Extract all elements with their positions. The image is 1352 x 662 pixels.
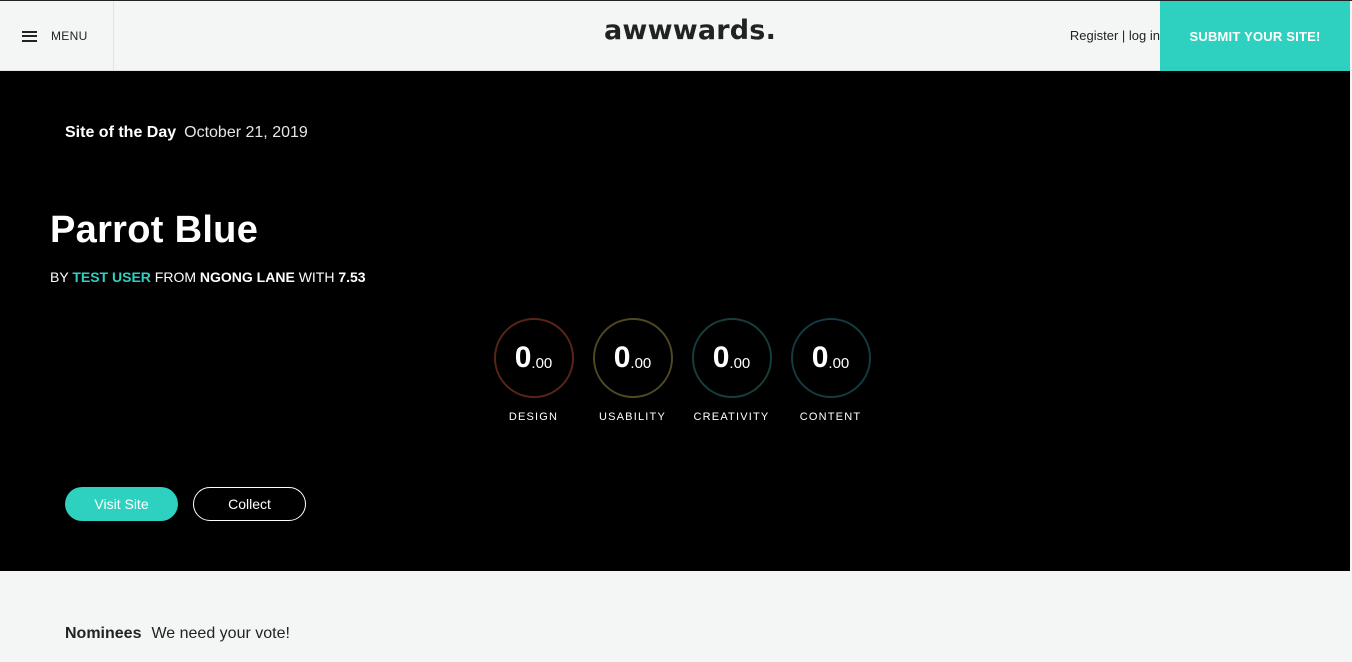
menu-label: MENU	[51, 29, 88, 43]
site-title: Parrot Blue	[50, 209, 259, 251]
score-content: 0.00 CONTENT	[781, 318, 880, 423]
score-ring: 0.00	[592, 318, 673, 398]
hamburger-icon	[22, 30, 37, 42]
score-decimal: .00	[531, 354, 553, 372]
byline-with: WITH	[298, 269, 335, 285]
nominees-subtitle: We need your vote!	[151, 625, 290, 642]
site-of-the-day-heading: Site of the Day October 21, 2019	[65, 124, 308, 142]
byline-author-link[interactable]: TEST USER	[72, 269, 151, 285]
collect-button[interactable]: Collect	[193, 487, 306, 521]
score-whole: 0	[613, 341, 631, 374]
site-of-the-day-hero: Site of the Day October 21, 2019 Parrot B…	[0, 71, 1350, 571]
register-link[interactable]: Register	[1070, 28, 1118, 43]
sotd-date: October 21, 2019	[184, 124, 308, 141]
score-ring: 0.00	[790, 318, 871, 398]
auth-links: Register | log in	[1070, 28, 1160, 43]
score-label: CREATIVITY	[693, 411, 770, 423]
byline-from: FROM	[154, 269, 197, 285]
byline-by: BY	[50, 269, 69, 285]
score-label: DESIGN	[508, 411, 559, 423]
sotd-badge: Site of the Day	[65, 124, 177, 141]
score-whole: 0	[712, 341, 730, 374]
byline-place: NGONG LANE	[199, 269, 295, 285]
score-whole: 0	[811, 341, 829, 374]
nominees-title: Nominees	[65, 625, 142, 642]
byline-score: 7.53	[338, 269, 366, 285]
login-link[interactable]: log in	[1129, 28, 1160, 43]
submit-site-button[interactable]: SUBMIT YOUR SITE!	[1160, 1, 1350, 71]
score-decimal: .00	[828, 354, 850, 372]
auth-separator: |	[1121, 28, 1126, 43]
score-ring: 0.00	[493, 318, 574, 398]
score-decimal: .00	[729, 354, 751, 372]
menu-button[interactable]: MENU	[0, 1, 114, 71]
score-ring: 0.00	[691, 318, 772, 398]
score-circles: 0.00 DESIGN 0.00 USABILITY 0.00 CREATIVI…	[484, 318, 880, 423]
site-byline: BY TEST USER FROM NGONG LANE WITH 7.53	[50, 269, 366, 285]
score-label: CONTENT	[799, 411, 862, 423]
awwwards-logo[interactable]: awwwards.	[604, 15, 776, 46]
score-whole: 0	[514, 341, 532, 374]
score-usability: 0.00 USABILITY	[583, 318, 682, 423]
visit-site-button[interactable]: Visit Site	[65, 487, 178, 521]
top-navigation-bar: MENU awwwards. Register | log in SUBMIT …	[0, 0, 1352, 71]
score-creativity: 0.00 CREATIVITY	[682, 318, 781, 423]
score-label: USABILITY	[598, 411, 667, 423]
nominees-heading: Nominees We need your vote!	[65, 625, 290, 643]
score-design: 0.00 DESIGN	[484, 318, 583, 423]
score-decimal: .00	[630, 354, 652, 372]
